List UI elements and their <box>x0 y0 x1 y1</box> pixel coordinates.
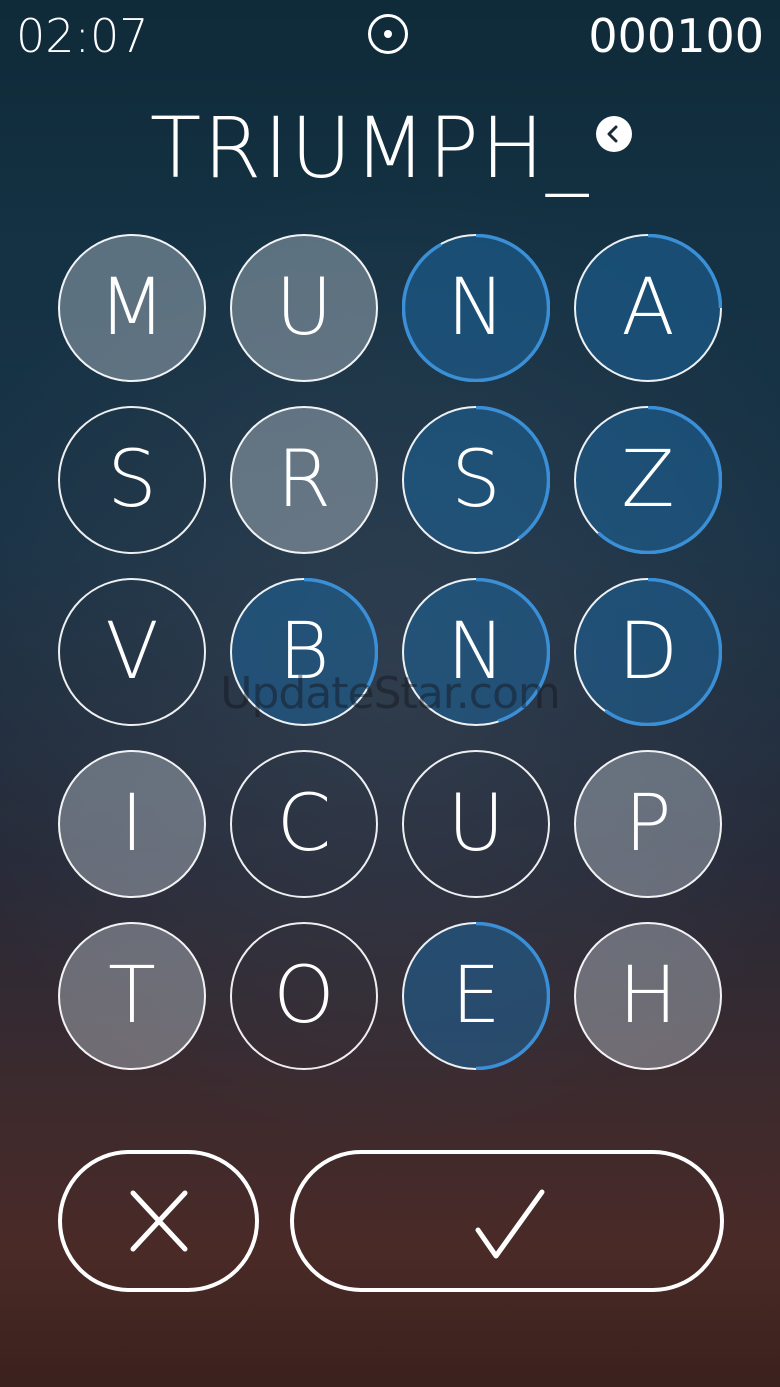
game-timer: 02:07 <box>16 9 149 63</box>
letter-tile[interactable]: O <box>230 922 378 1070</box>
letter-tile[interactable]: P <box>574 750 722 898</box>
letter-tile[interactable]: Z <box>574 406 722 554</box>
tile-letter: I <box>120 779 144 869</box>
letter-tile[interactable]: M <box>58 234 206 382</box>
letter-tile[interactable]: A <box>574 234 722 382</box>
tile-letter: O <box>273 951 335 1041</box>
current-word-text: TRIUMPH_ <box>149 99 591 197</box>
tile-letter: T <box>108 951 156 1041</box>
chevron-left-icon <box>607 125 618 143</box>
confirm-button[interactable] <box>290 1150 724 1292</box>
cancel-button[interactable] <box>58 1150 259 1292</box>
watermark: UpdateStar.com <box>220 668 561 719</box>
tile-letter: M <box>98 263 166 353</box>
tile-letter: S <box>107 435 157 525</box>
pause-icon-dot <box>384 30 392 38</box>
tile-letter: R <box>276 435 332 525</box>
tile-letter: U <box>275 263 333 353</box>
backspace-icon[interactable] <box>596 116 632 152</box>
pause-icon[interactable] <box>368 14 408 54</box>
letter-tile[interactable]: R <box>230 406 378 554</box>
tile-letter: P <box>624 779 672 869</box>
letter-tile[interactable]: U <box>230 234 378 382</box>
tile-letter: A <box>621 263 675 353</box>
checkmark-icon <box>475 1189 545 1259</box>
tile-letter: E <box>451 951 501 1041</box>
letter-tile[interactable]: T <box>58 922 206 1070</box>
score-counter: 000100 <box>588 9 764 63</box>
x-icon <box>130 1190 188 1252</box>
tile-letter: Z <box>621 435 675 525</box>
letter-tile[interactable]: S <box>402 406 550 554</box>
current-word-display: TRIUMPH_ <box>0 98 780 198</box>
letter-tile[interactable]: N <box>402 234 550 382</box>
tile-letter: S <box>451 435 501 525</box>
letter-tile[interactable]: I <box>58 750 206 898</box>
tile-letter: N <box>446 263 506 353</box>
tile-letter: H <box>618 951 678 1041</box>
tile-letter: C <box>276 779 332 869</box>
letter-tile[interactable]: E <box>402 922 550 1070</box>
top-bar: 02:07 000100 <box>0 0 780 80</box>
letter-tile[interactable]: U <box>402 750 550 898</box>
tile-letter: U <box>447 779 505 869</box>
letter-tile[interactable]: S <box>58 406 206 554</box>
letter-tile[interactable]: C <box>230 750 378 898</box>
letter-tile[interactable]: H <box>574 922 722 1070</box>
